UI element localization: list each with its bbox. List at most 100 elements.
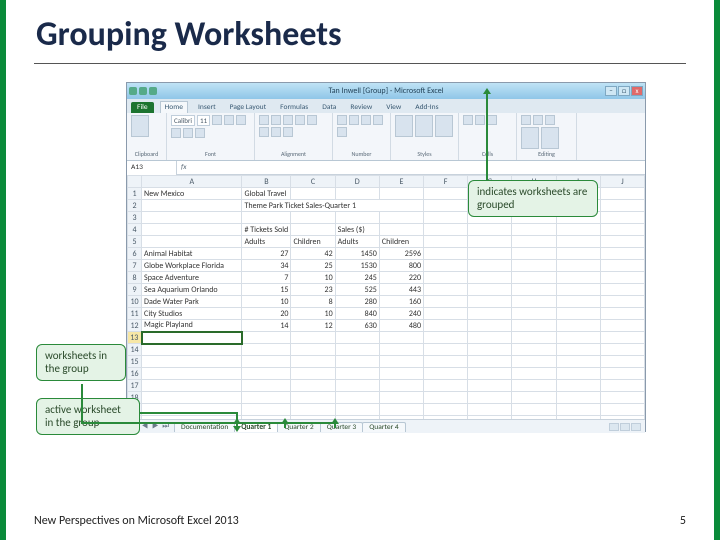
tab-page-layout[interactable]: Page Layout [226, 102, 271, 113]
find-select-icon[interactable] [541, 127, 559, 149]
sheet-tab-quarter4[interactable]: Quarter 4 [362, 422, 405, 432]
align-top-icon[interactable] [259, 115, 269, 125]
bold-icon[interactable] [212, 115, 222, 125]
italic-icon[interactable] [224, 115, 234, 125]
font-size-select[interactable]: 11 [197, 115, 210, 126]
tab-insert[interactable]: Insert [194, 102, 220, 113]
tab-data[interactable]: Data [318, 102, 340, 113]
cell[interactable]: 280 [335, 296, 379, 308]
fill-icon[interactable] [533, 115, 543, 125]
cell[interactable]: Sea Aquarium Orlando [142, 284, 242, 296]
tab-view[interactable]: View [382, 102, 405, 113]
cell[interactable]: Sales ($) [335, 224, 379, 236]
cell[interactable]: Global Travel [242, 188, 291, 200]
corner-cell[interactable] [128, 176, 142, 188]
row-header[interactable]: 15 [128, 356, 142, 368]
col-header[interactable]: E [379, 176, 423, 188]
cell[interactable]: 42 [291, 248, 335, 260]
row-header[interactable]: 1 [128, 188, 142, 200]
cell[interactable]: 27 [242, 248, 291, 260]
increase-decimal-icon[interactable] [373, 115, 383, 125]
cell[interactable]: 15 [242, 284, 291, 296]
row-header[interactable]: 17 [128, 380, 142, 392]
autosum-icon[interactable] [521, 115, 531, 125]
cell[interactable]: 14 [242, 320, 291, 332]
fill-color-icon[interactable] [183, 128, 193, 138]
border-icon[interactable] [171, 128, 181, 138]
col-header[interactable]: A [142, 176, 242, 188]
cell[interactable]: Children [291, 236, 335, 248]
cell[interactable]: 10 [291, 272, 335, 284]
active-cell[interactable] [142, 332, 242, 344]
cell[interactable]: 160 [379, 296, 423, 308]
row-header[interactable]: 14 [128, 344, 142, 356]
cell[interactable]: 10 [291, 308, 335, 320]
cell[interactable]: Children [379, 236, 423, 248]
row-header[interactable]: 8 [128, 272, 142, 284]
merge-icon[interactable] [283, 127, 293, 137]
cell[interactable]: 7 [242, 272, 291, 284]
row-header[interactable]: 16 [128, 368, 142, 380]
col-header[interactable]: B [242, 176, 291, 188]
cell[interactable]: 12 [291, 320, 335, 332]
cell[interactable]: City Studios [142, 308, 242, 320]
row-header[interactable]: 5 [128, 236, 142, 248]
decrease-decimal-icon[interactable] [337, 127, 347, 137]
font-name-select[interactable]: Calibri [171, 115, 195, 126]
format-cells-icon[interactable] [487, 115, 497, 125]
sort-filter-icon[interactable] [521, 127, 539, 149]
cell[interactable]: 1530 [335, 260, 379, 272]
cell[interactable]: 220 [379, 272, 423, 284]
tab-review[interactable]: Review [346, 102, 376, 113]
row-header[interactable]: 9 [128, 284, 142, 296]
format-table-icon[interactable] [415, 115, 433, 137]
font-color-icon[interactable] [195, 128, 205, 138]
page-break-view-icon[interactable] [631, 423, 641, 431]
col-header[interactable]: F [424, 176, 468, 188]
conditional-formatting-icon[interactable] [395, 115, 413, 137]
cell[interactable]: 25 [291, 260, 335, 272]
cell[interactable]: 1450 [335, 248, 379, 260]
cell[interactable]: Adults [242, 236, 291, 248]
cell[interactable]: 8 [291, 296, 335, 308]
save-icon[interactable] [139, 87, 147, 95]
align-right-icon[interactable] [259, 127, 269, 137]
row-header[interactable]: 11 [128, 308, 142, 320]
cell[interactable]: 245 [335, 272, 379, 284]
clear-icon[interactable] [545, 115, 555, 125]
cell[interactable]: Globe Workplace Florida [142, 260, 242, 272]
delete-cells-icon[interactable] [475, 115, 485, 125]
underline-icon[interactable] [236, 115, 246, 125]
cell[interactable]: Space Adventure [142, 272, 242, 284]
align-middle-icon[interactable] [271, 115, 281, 125]
cell[interactable]: Theme Park Ticket Sales-Quarter 1 [242, 200, 424, 212]
tab-file[interactable]: File [131, 102, 154, 113]
cell[interactable]: 2596 [379, 248, 423, 260]
cell[interactable]: Magic Playland [142, 320, 242, 332]
insert-cells-icon[interactable] [463, 115, 473, 125]
tab-formulas[interactable]: Formulas [276, 102, 312, 113]
tab-home[interactable]: Home [160, 101, 188, 113]
cell[interactable]: 23 [291, 284, 335, 296]
normal-view-icon[interactable] [609, 423, 619, 431]
undo-icon[interactable] [149, 87, 157, 95]
cell[interactable]: 630 [335, 320, 379, 332]
row-header[interactable]: 13 [128, 332, 142, 344]
row-header[interactable]: 2 [128, 200, 142, 212]
row-header[interactable]: 12 [128, 320, 142, 332]
row-header[interactable]: 6 [128, 248, 142, 260]
cell[interactable]: Dade Water Park [142, 296, 242, 308]
col-header[interactable]: D [335, 176, 379, 188]
paste-icon[interactable] [131, 115, 149, 137]
fx-icon[interactable]: fx [177, 163, 191, 172]
number-format-icon[interactable] [337, 115, 347, 125]
row-header[interactable]: 3 [128, 212, 142, 224]
align-left-icon[interactable] [295, 115, 305, 125]
cell[interactable]: 240 [379, 308, 423, 320]
cell[interactable]: Animal Habitat [142, 248, 242, 260]
cell[interactable]: 443 [379, 284, 423, 296]
col-header[interactable]: C [291, 176, 335, 188]
align-center-icon[interactable] [307, 115, 317, 125]
cell[interactable]: 34 [242, 260, 291, 272]
row-header[interactable]: 4 [128, 224, 142, 236]
